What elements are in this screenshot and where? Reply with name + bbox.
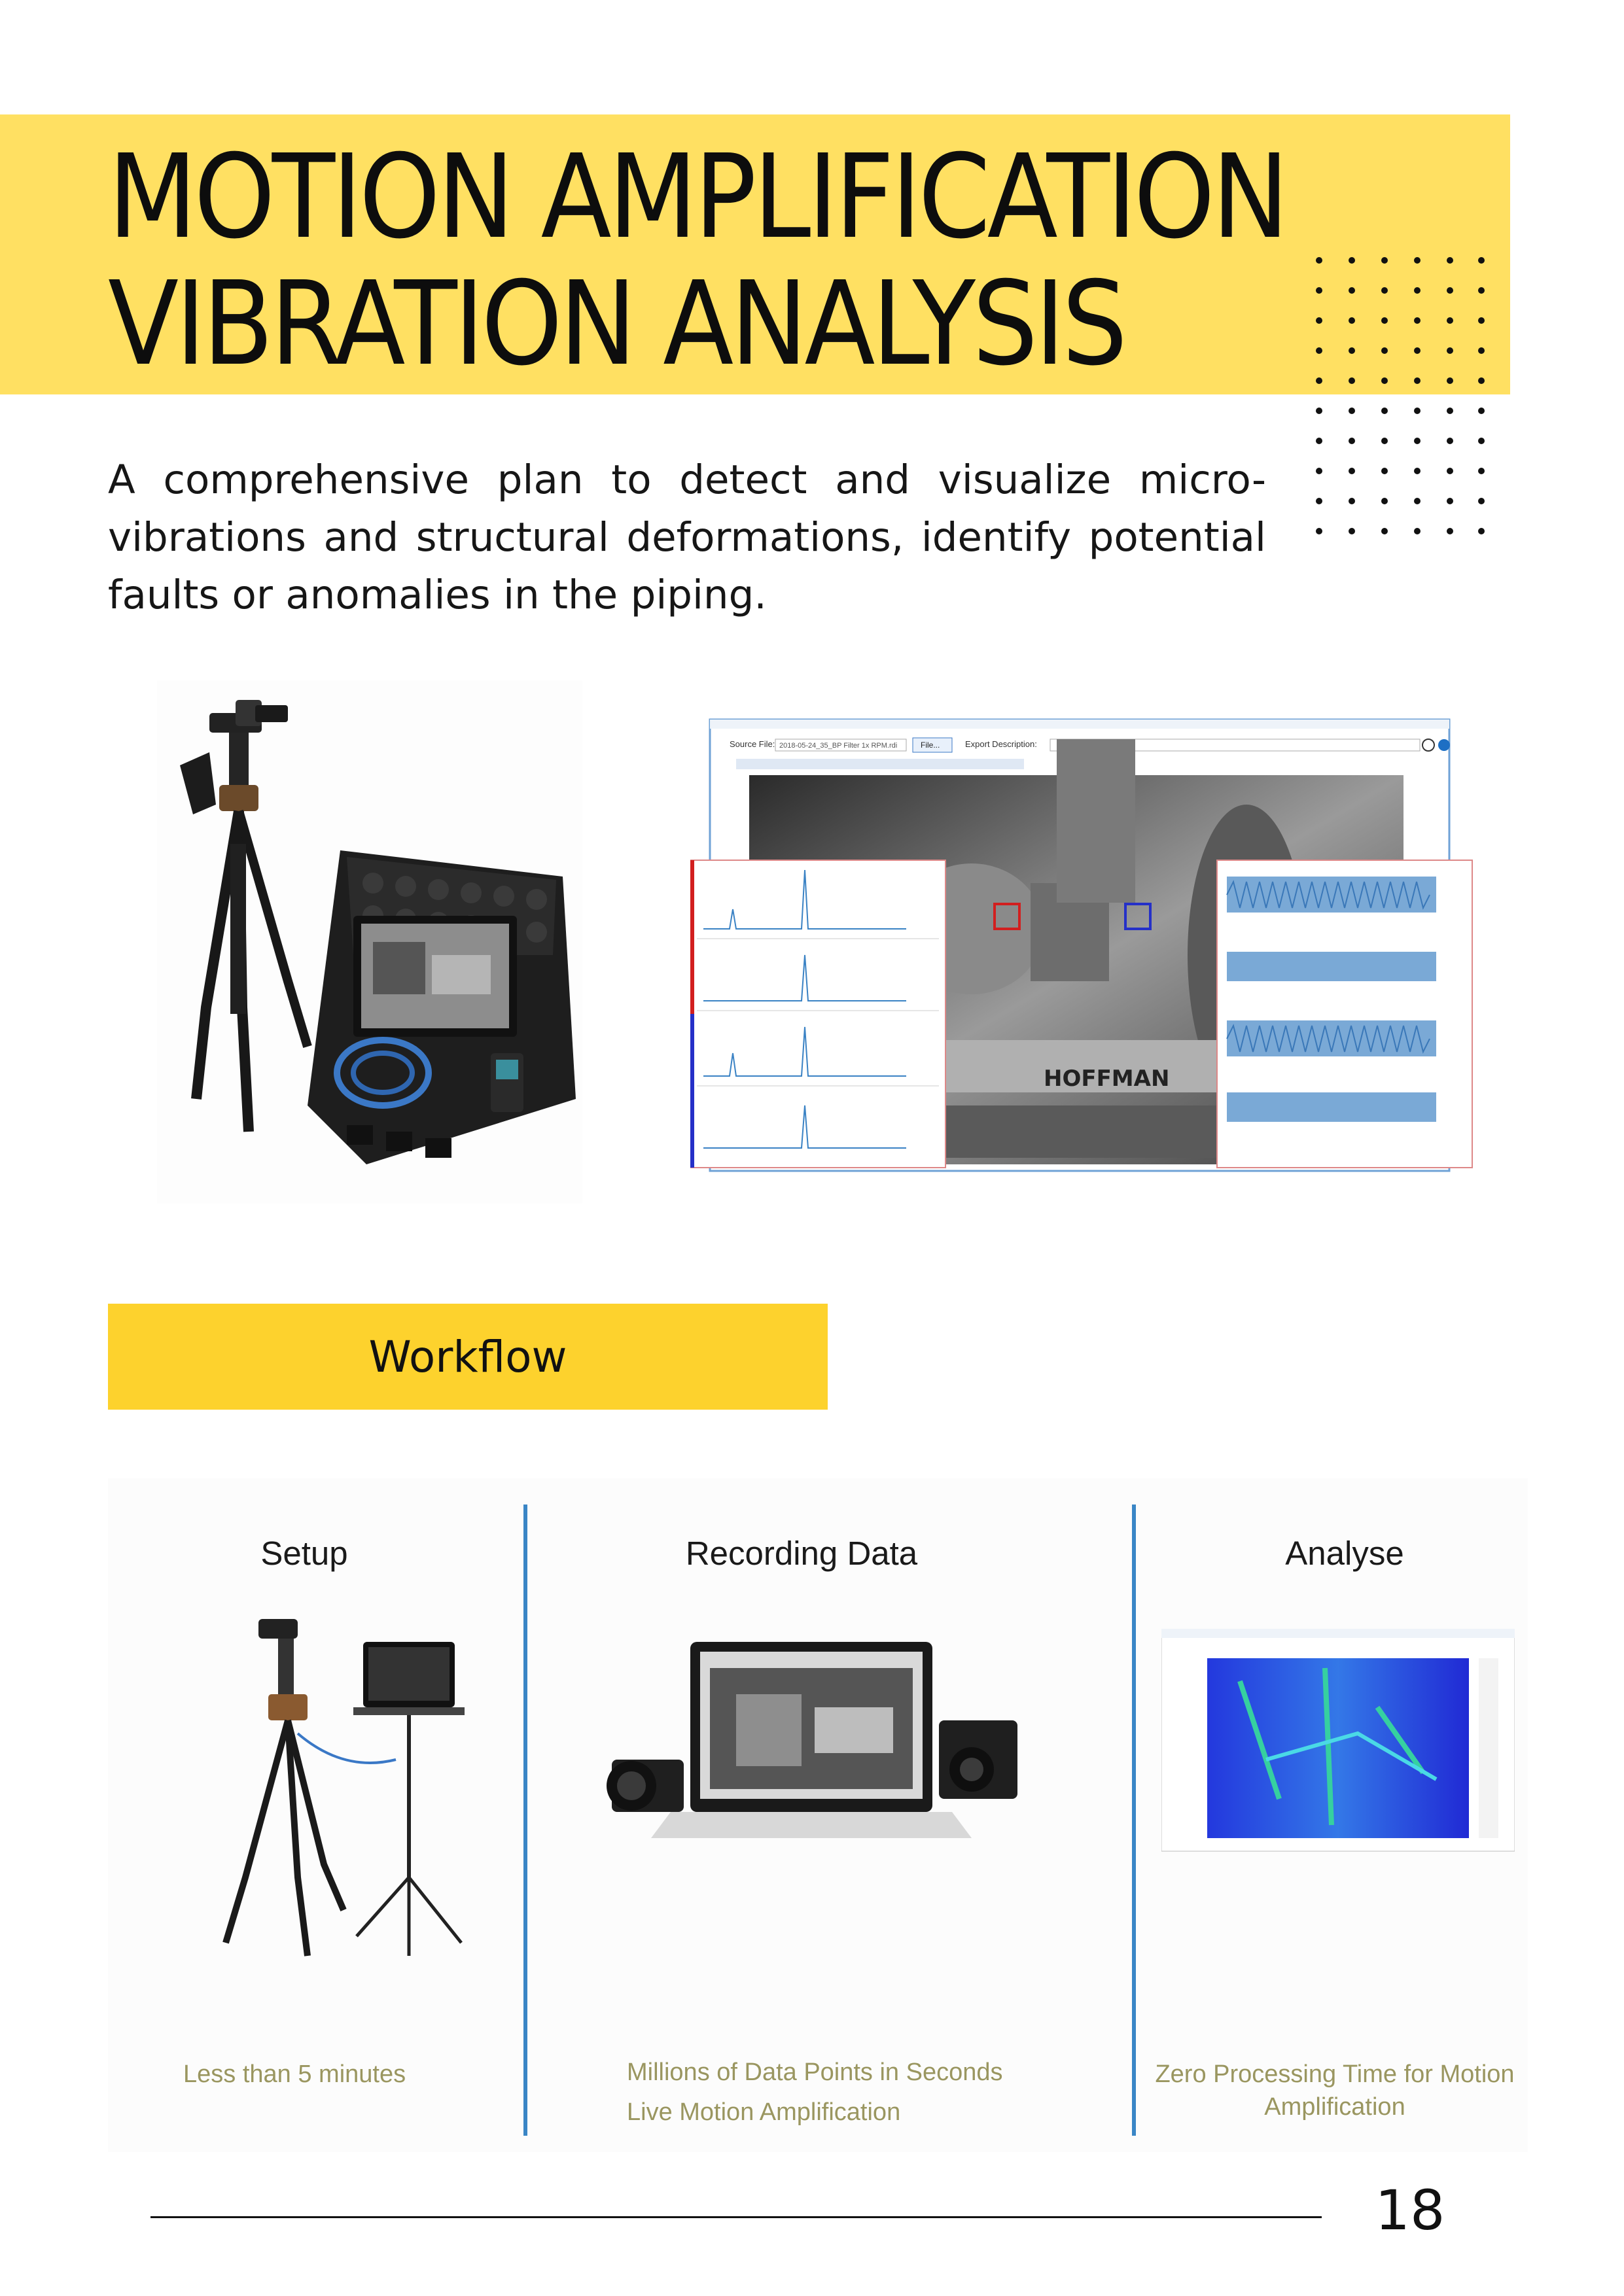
dot-row (1316, 257, 1485, 264)
workflow-divider (1132, 1505, 1136, 2136)
page-title-line-2: VIBRATION ANALYSIS (108, 256, 1127, 392)
dot-grid-decoration (1316, 257, 1485, 534)
setup-tripod-image (222, 1619, 465, 1957)
page-title-line-1: MOTION AMPLIFICATION (108, 130, 1289, 265)
footer-rule (150, 2216, 1322, 2218)
intro-paragraph: A comprehensive plan to detect and visua… (108, 457, 1266, 618)
recording-laptop-image (607, 1642, 1017, 1838)
dot-row (1316, 287, 1485, 294)
recording-caption-line-1: Millions of Data Points in Seconds (627, 2059, 1003, 2086)
export-description-label: Export Description: (965, 739, 1037, 749)
analyse-caption-line-1: Zero Processing Time for Motion (1155, 2061, 1515, 2088)
workflow-step-analyse-title: Analyse (1285, 1535, 1404, 1572)
workflow-panel: Setup Recording Data Analyse Less than 5… (108, 1478, 1528, 2152)
dot-row (1316, 498, 1485, 504)
analyse-heatmap-image (1161, 1629, 1515, 1852)
dot-row (1316, 438, 1485, 444)
workflow-heading-band: Workflow (108, 1304, 828, 1410)
dot-row (1316, 408, 1485, 414)
dot-row (1316, 528, 1485, 534)
camera-kit-photo (157, 680, 582, 1204)
file-button: File... (921, 740, 940, 750)
workflow-step-recording-title: Recording Data (685, 1535, 918, 1572)
software-screenshot: Source File: 2018-05-24_35_BP Filter 1x … (690, 718, 1473, 1172)
source-file-label: Source File: (730, 739, 775, 749)
analyse-caption-line-2: Amplification (1264, 2093, 1405, 2121)
workflow-step-setup-title: Setup (260, 1535, 348, 1572)
title-banner: MOTION AMPLIFICATION VIBRATION ANALYSIS (0, 114, 1510, 394)
dot-row (1316, 468, 1485, 474)
page-number: 18 (1375, 2178, 1445, 2242)
source-file-value: 2018-05-24_35_BP Filter 1x RPM.rdi (779, 742, 897, 750)
setup-caption: Less than 5 minutes (183, 2061, 406, 2088)
info-icon (1438, 739, 1450, 751)
dot-row (1316, 377, 1485, 384)
workflow-heading: Workflow (368, 1331, 567, 1382)
equipment-nameplate: HOFFMAN (1044, 1066, 1169, 1092)
dot-row (1316, 347, 1485, 354)
recording-caption-line-2: Live Motion Amplification (627, 2098, 901, 2126)
workflow-divider (523, 1505, 527, 2136)
dot-row (1316, 317, 1485, 324)
